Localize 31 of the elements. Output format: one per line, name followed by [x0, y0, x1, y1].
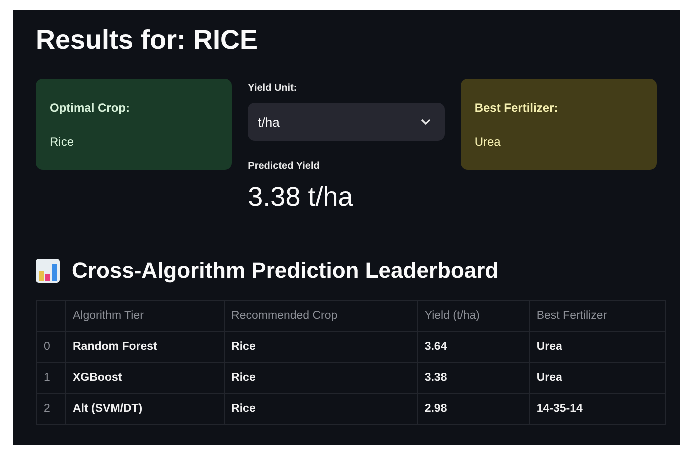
card-value: Urea — [474, 134, 502, 148]
table-cell: Rice — [224, 394, 418, 424]
card-label: Best Fertilizer: — [474, 100, 560, 114]
table-cell: Alt (SVM/DT) — [66, 394, 224, 424]
metric-label: Predicted Yield — [248, 161, 321, 172]
metric-value: 3.38 t/ha — [248, 182, 354, 213]
bar-chart-icon — [36, 259, 60, 283]
table-cell: Urea — [529, 332, 666, 362]
table-cell: 3.64 — [417, 332, 530, 362]
row-index: 1 — [36, 362, 66, 394]
table-cell: Urea — [529, 362, 666, 394]
chevron-down-icon — [420, 118, 431, 126]
table-cell: 3.38 — [417, 362, 530, 394]
table-cell: Rice — [224, 362, 418, 394]
section-heading: Cross-Algorithm Prediction Leaderboard — [72, 258, 499, 284]
field-label: Yield Unit: — [248, 83, 298, 94]
column-header: Recommended Crop — [224, 300, 418, 332]
card-value: Rice — [50, 134, 76, 148]
column-header: Best Fertilizer — [529, 300, 666, 332]
results-title: Results for: RICE — [36, 24, 260, 57]
table-cell: 2.98 — [417, 394, 530, 424]
yield-unit-dropdown[interactable]: t/ha — [248, 103, 445, 141]
table-cell: XGBoost — [66, 362, 224, 394]
row-index: 0 — [36, 332, 66, 362]
row-index: 2 — [36, 394, 66, 424]
table-cell: 14-35-14 — [529, 394, 666, 424]
column-header: Yield (t/ha) — [417, 300, 530, 332]
table-cell: Rice — [224, 332, 418, 362]
card-label: Optimal Crop: — [50, 100, 131, 114]
column-header: Algorithm Tier — [66, 300, 224, 332]
table-cell: Random Forest — [66, 332, 224, 362]
